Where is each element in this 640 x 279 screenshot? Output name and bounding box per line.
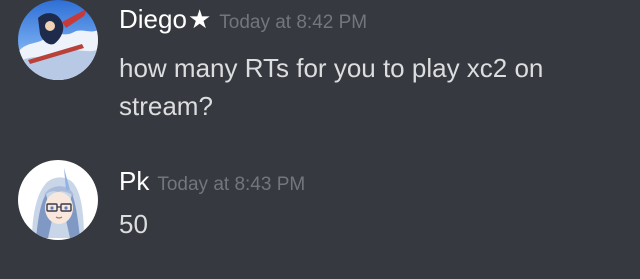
pk-avatar-image [18, 160, 98, 240]
author-name[interactable]: Diego [119, 4, 187, 34]
message-header: Pk Today at 8:43 PM [119, 166, 305, 197]
message-content: 50 [119, 209, 148, 239]
message-timestamp: Today at 8:43 PM [157, 174, 306, 195]
star-badge-icon: ★ [187, 4, 212, 34]
message-header: Diego★ Today at 8:42 PM [119, 4, 367, 35]
user-avatar[interactable] [18, 160, 98, 240]
message-timestamp: Today at 8:42 PM [219, 12, 368, 33]
author-name[interactable]: Pk [119, 166, 149, 196]
message-content: how many RTs for you to play xc2 on stre… [119, 53, 544, 121]
user-avatar[interactable] [18, 0, 98, 80]
chat-messages: Diego★ Today at 8:42 PM how many RTs for … [0, 0, 640, 279]
diego-avatar-image [18, 0, 98, 80]
